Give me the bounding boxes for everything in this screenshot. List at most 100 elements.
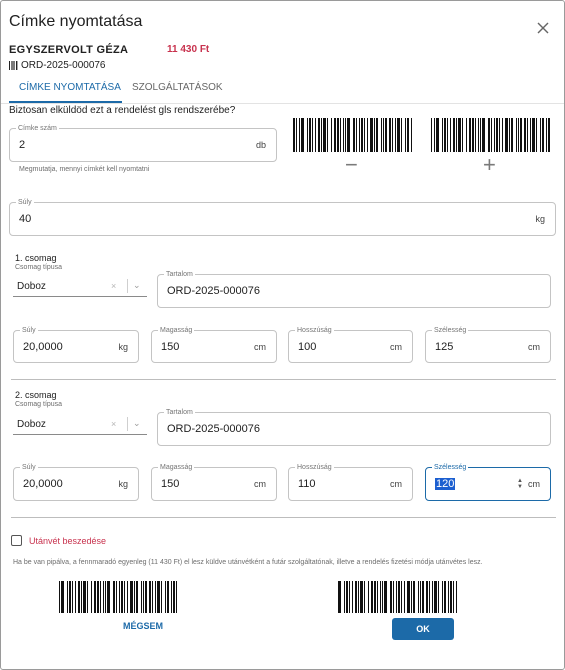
package-2-length-field[interactable]: Hosszúság 110 cm — [288, 463, 413, 501]
barcode-bar — [59, 581, 60, 613]
cancel-barcode[interactable] — [59, 581, 181, 613]
barcode-bar — [78, 581, 80, 613]
barcode-bar — [432, 581, 433, 613]
barcode-bar — [548, 118, 550, 152]
chevron-down-icon[interactable]: ⌄ — [133, 418, 141, 429]
package-1-weight-field[interactable]: Súly 20,0000 kg — [13, 326, 139, 363]
package-2-length-value: 110 — [298, 478, 316, 490]
number-spinner-icon[interactable]: ▲ ▼ — [517, 478, 523, 490]
package-2-length-unit: cm — [390, 479, 402, 489]
barcode-bar — [130, 581, 133, 613]
barcode-bar — [444, 581, 446, 613]
package-2-content-label: Tartalom — [164, 408, 195, 417]
package-1-width-field[interactable]: Szélesség 125 cm — [425, 326, 551, 363]
total-weight-label: Súly — [16, 198, 34, 207]
barcode-bar — [370, 118, 373, 152]
plus-icon[interactable]: + — [483, 154, 496, 176]
barcode-bar — [496, 118, 498, 152]
barcode-bar — [327, 118, 328, 152]
barcode-bar — [346, 581, 348, 613]
package-2-weight-label: Súly — [20, 463, 38, 472]
package-2-weight-unit: kg — [118, 479, 128, 489]
package-1-content-field[interactable]: Tartalom ORD-2025-000076 — [157, 270, 551, 308]
package-1-length-field[interactable]: Hosszúság 100 cm — [288, 326, 413, 363]
barcode-bar — [518, 118, 519, 152]
barcode-bar — [116, 581, 117, 613]
barcode-bar — [389, 118, 391, 152]
label-count-unit: db — [255, 140, 266, 150]
barcode-bar — [87, 581, 88, 613]
barcode-bar — [312, 118, 313, 152]
cod-label[interactable]: Utánvét beszedése — [29, 536, 106, 546]
ok-button[interactable]: OK — [392, 618, 454, 640]
barcode-bar — [103, 581, 104, 613]
barcode-bar — [75, 581, 76, 613]
barcode-bar — [480, 118, 481, 152]
barcode-bar — [444, 118, 446, 152]
tab-services[interactable]: SZOLGÁLTATÁSOK — [132, 82, 223, 93]
barcode-bar — [355, 581, 357, 613]
package-2-weight-field[interactable]: Súly 20,0000 kg — [13, 463, 139, 501]
clear-icon[interactable]: × — [111, 419, 116, 429]
barcode-bar — [376, 118, 378, 152]
package-2-width-field[interactable]: Szélesség 120 ▲ ▼ cm — [425, 463, 551, 501]
total-weight-field[interactable]: Súly 40 kg — [9, 198, 556, 236]
barcode-bar — [469, 118, 471, 152]
package-2-type-select[interactable]: Doboz × ⌄ — [13, 414, 147, 435]
barcode-bar — [334, 118, 336, 152]
barcode-bar — [359, 118, 360, 152]
barcode-bar — [520, 118, 522, 152]
barcode-bar — [374, 118, 375, 152]
chevron-down-icon[interactable]: ⌄ — [133, 280, 141, 291]
barcode-bar — [397, 118, 400, 152]
barcode-bar — [301, 118, 304, 152]
barcode-bar — [367, 118, 368, 152]
label-count-field[interactable]: Címke szám 2 db — [9, 124, 277, 162]
minus-icon[interactable]: − — [345, 154, 358, 176]
package-2-width-value[interactable]: 120 — [435, 478, 456, 490]
barcode-bar — [343, 118, 344, 152]
barcode-bar — [488, 118, 490, 152]
package-1-height-label: Magasság — [158, 326, 195, 335]
barcode-bar — [97, 581, 99, 613]
package-2-content-field[interactable]: Tartalom ORD-2025-000076 — [157, 408, 551, 446]
close-icon[interactable] — [536, 21, 550, 35]
tab-label-print[interactable]: CÍMKE NYOMTATÁSA — [19, 82, 121, 93]
decrement-barcode[interactable] — [293, 118, 415, 152]
barcode-bar — [152, 581, 153, 613]
clear-icon[interactable]: × — [111, 281, 116, 291]
barcode-bar — [307, 118, 308, 152]
cancel-button[interactable]: MÉGSEM — [101, 621, 185, 631]
package-1-height-field[interactable]: Magasság 150 cm — [151, 326, 277, 363]
barcode-icon — [9, 61, 18, 70]
package-1-height-value: 150 — [161, 340, 180, 353]
barcode-bar — [491, 118, 492, 152]
barcode-bar — [119, 581, 120, 613]
barcode-bar — [134, 581, 135, 613]
package-2-height-field[interactable]: Magasság 150 cm — [151, 463, 277, 501]
barcode-bar — [494, 118, 495, 152]
package-1-type-select[interactable]: Doboz × ⌄ — [13, 276, 147, 297]
confirm-question: Biztosan elküldöd ezt a rendelést gls re… — [9, 105, 236, 116]
barcode-bar — [157, 581, 160, 613]
barcode-bar — [404, 581, 405, 613]
increment-barcode[interactable] — [431, 118, 553, 152]
barcode-bar — [321, 118, 322, 152]
package-1-width-label: Szélesség — [432, 326, 469, 335]
barcode-bar — [368, 581, 369, 613]
barcode-bar — [527, 118, 528, 152]
total-weight-value: 40 — [19, 213, 32, 225]
barcode-bar — [411, 118, 412, 152]
barcode-bar — [462, 118, 463, 152]
cod-checkbox[interactable] — [11, 535, 22, 546]
package-2-height-label: Magasság — [158, 463, 195, 472]
select-separator — [127, 279, 128, 293]
barcode-bar — [509, 118, 510, 152]
barcode-bar — [401, 118, 402, 152]
barcode-bar — [380, 581, 381, 613]
dialog-title: Címke nyomtatása — [9, 13, 143, 30]
ok-barcode[interactable] — [338, 581, 460, 613]
barcode-bar — [511, 118, 513, 152]
barcode-bar — [176, 581, 177, 613]
barcode-bar — [426, 581, 428, 613]
